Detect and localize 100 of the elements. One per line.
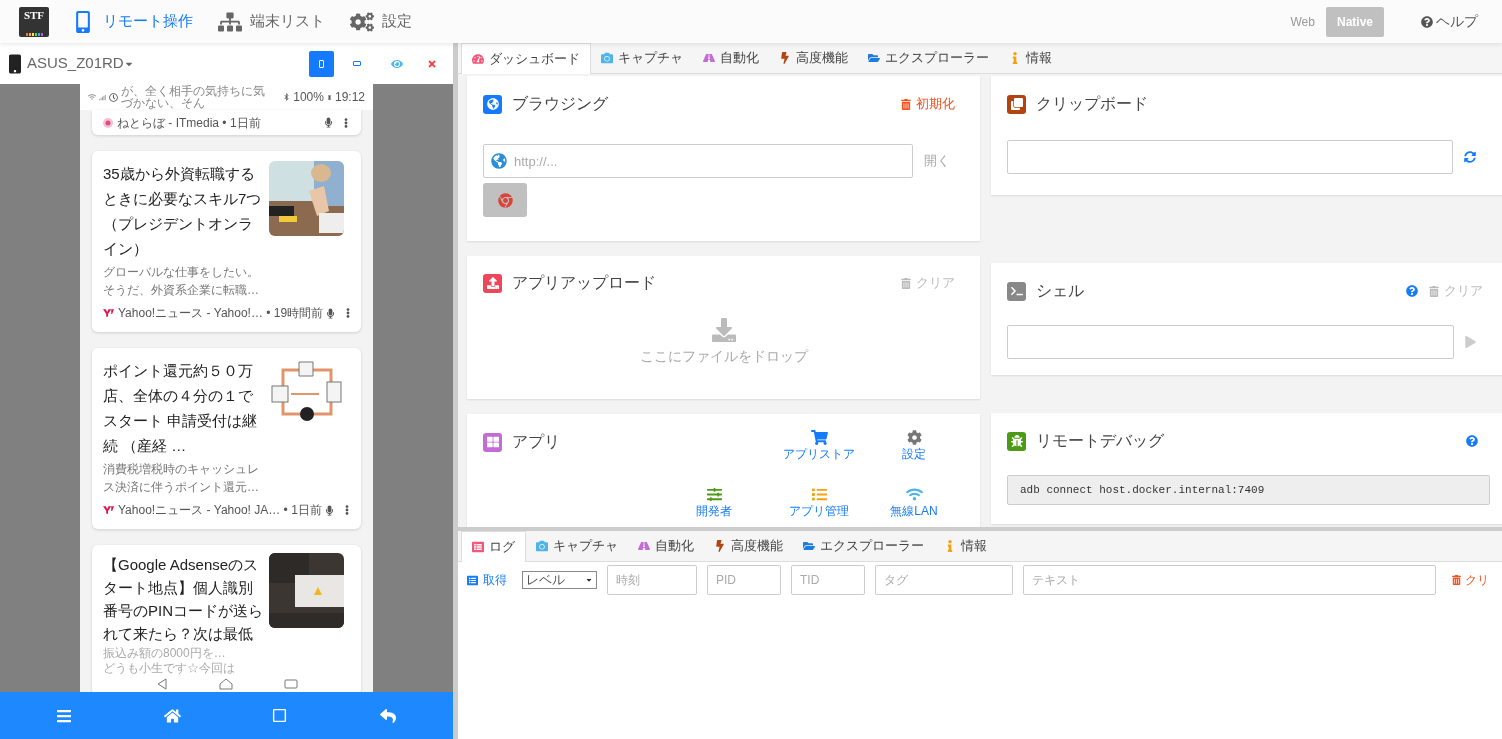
input-field[interactable] (1007, 140, 1453, 174)
bluetooth-icon (283, 93, 291, 101)
logo-icon (103, 309, 114, 317)
list-icon (810, 487, 828, 502)
news-card[interactable]: 【Google Adsenseのスタート地点】個人識別番号のPINコードが送られて来たら？次は最低 振込み額の8000円を… どうも小生です☆今回は (92, 545, 361, 692)
battery-text: 100% (293, 89, 324, 106)
globe-icon (491, 153, 507, 169)
help-icon[interactable] (1466, 435, 1478, 447)
nav-link[interactable]: 設定 (350, 10, 412, 33)
caret-icon (585, 576, 593, 584)
help-icon[interactable] (1406, 285, 1418, 297)
clipboard-icon (1007, 94, 1026, 114)
more-icon[interactable] (342, 117, 350, 128)
level-select[interactable]: レベル (522, 571, 597, 589)
upload-icon (483, 273, 502, 293)
tab[interactable]: 自動化 (693, 43, 769, 73)
news-summary: 振込み額の8000円を… (103, 645, 227, 661)
sliders-icon (705, 487, 723, 502)
tab[interactable]: 情報 (934, 531, 997, 561)
microphone-icon[interactable] (327, 307, 335, 319)
app-action[interactable]: アプリ管理 (769, 487, 869, 527)
list-icon (472, 541, 484, 553)
microphone-icon[interactable] (325, 504, 333, 516)
camera-icon (601, 52, 613, 64)
eye-icon[interactable] (391, 57, 403, 70)
card-title: クリップボード (1036, 94, 1148, 114)
news-card[interactable]: ポイント還元約５０万店、全体の４分の１でスタート 申請受付は継続 （産経 … 消費税増税時のキャッシュレス決済に伴うポイント還元… Yahoo!ニュース - Yahoo! JA… • 1日前 (92, 348, 361, 529)
terminal-icon (1007, 281, 1026, 301)
tab[interactable]: キャプチャ (526, 531, 628, 561)
app-action[interactable]: 開発者 (659, 487, 769, 527)
news-title: 35歳から外資転職するときに必要なスキル7つ（プレジデントオンライン） (103, 164, 263, 259)
tab[interactable]: 情報 (999, 43, 1062, 73)
input-field[interactable] (1007, 325, 1454, 359)
tab[interactable]: エクスプローラー (793, 531, 934, 561)
tab[interactable]: キャプチャ (591, 43, 693, 73)
get-button[interactable]: 取得 (467, 571, 507, 589)
gears-icon (350, 10, 374, 33)
news-card[interactable]: 35歳から外資転職するときに必要なスキル7つ（プレジデントオンライン） グローバルな仕事をしたい。そうだ、外資系企業に転職… Yahoo!ニュース - Yahoo!… • 19時間前 (92, 151, 361, 332)
news-summary: 消費税増税時のキャッシュレス決済に伴うポイント還元… (103, 461, 260, 496)
tab[interactable]: 自動化 (628, 531, 704, 561)
back-icon[interactable] (379, 707, 398, 724)
news-source: ねとらぼ - ITmedia • 1日前 (117, 114, 261, 131)
home-icon[interactable] (218, 678, 233, 690)
trash-icon (1429, 285, 1439, 297)
tab[interactable]: 高度機能 (704, 531, 793, 561)
tab[interactable]: エクスプローラー (858, 43, 999, 73)
app-action[interactable]: 設定 (869, 430, 959, 470)
url-field[interactable]: http://... (483, 144, 913, 178)
help-link[interactable]: ヘルプ (1421, 11, 1478, 32)
card-title: ブラウジング (512, 94, 608, 114)
input-field[interactable]: タグ (875, 565, 1013, 595)
menu-icon[interactable] (55, 707, 72, 724)
clear-button[interactable]: クリ (1452, 571, 1489, 589)
news-card[interactable]: ねとらぼ - ITmedia • 1日前 (92, 110, 361, 135)
logo[interactable]: STF (19, 6, 49, 37)
input-field[interactable]: 時刻 (607, 565, 697, 595)
drop-text: ここにファイルをドロップ (639, 347, 808, 366)
browser-icon (497, 192, 513, 208)
news-summary: グローバルな仕事をしたい。そうだ、外資系企業に転職… (103, 264, 260, 299)
back-icon[interactable] (155, 678, 168, 690)
phone-screen[interactable] (80, 84, 373, 692)
card-title: アプリアップロード (512, 273, 656, 293)
input-field[interactable]: PID (707, 565, 781, 595)
settings-icon (905, 430, 923, 445)
device-dropdown[interactable]: ASUS_Z01RD (27, 52, 134, 75)
close-icon[interactable] (427, 58, 437, 69)
alarm-icon (109, 92, 118, 102)
portrait-button[interactable] (309, 50, 334, 77)
command-text: adb connect host.docker.internal:7409 (1007, 475, 1490, 505)
wifi-icon (88, 93, 96, 101)
logo-icon (103, 117, 113, 128)
news-title: 【Google Adsenseのスタート地点】個人識別番号のPINコードが送られて来たら？次は最低 (103, 555, 263, 644)
trash-icon (901, 277, 911, 289)
list-icon (467, 574, 478, 586)
nav-link[interactable]: リモート操作 (71, 10, 193, 33)
input-field[interactable]: テキスト (1023, 565, 1436, 595)
nav-link[interactable]: 端末リスト (218, 10, 325, 33)
app-action[interactable]: アプリストア (769, 430, 869, 470)
chrome-button[interactable] (483, 183, 527, 217)
home-icon[interactable] (163, 707, 181, 724)
logo-icon (103, 506, 114, 514)
recents-icon[interactable] (283, 678, 298, 690)
road-icon (638, 540, 650, 552)
tab[interactable]: ログ (461, 531, 526, 562)
road-icon (703, 52, 715, 64)
trash-icon (901, 98, 911, 110)
globe-icon (483, 94, 502, 114)
refresh-icon[interactable] (1464, 151, 1476, 163)
app-action[interactable]: 無線LAN (869, 487, 959, 527)
tab[interactable]: ダッシュボード (461, 43, 591, 74)
ticker-text: が、全く相手の気持ちに気づかない、そん (121, 85, 266, 109)
card-title: アプリ (512, 432, 560, 452)
grid-icon (483, 432, 502, 452)
news-summary: どうも小生です☆今回は (103, 661, 235, 675)
bolt-icon (779, 52, 791, 64)
microphone-icon[interactable] (325, 117, 332, 128)
folder-icon (868, 52, 880, 64)
reset-button[interactable]: 初期化 (901, 94, 955, 114)
tab[interactable]: 高度機能 (769, 43, 858, 73)
input-field[interactable]: TID (791, 565, 865, 595)
